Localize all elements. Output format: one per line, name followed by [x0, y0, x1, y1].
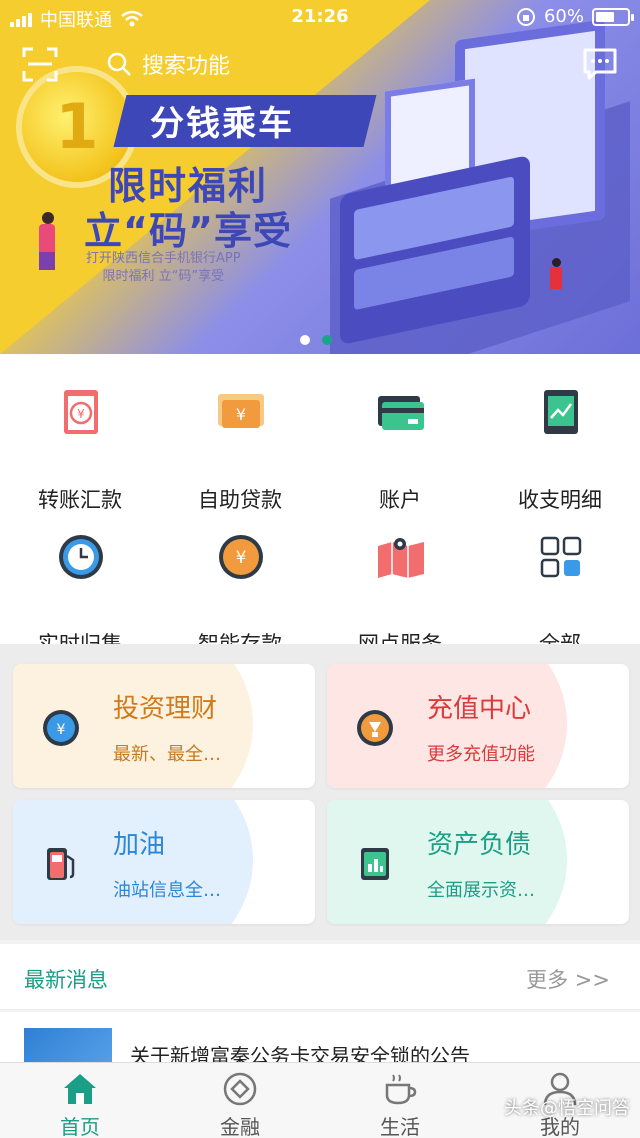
action-deposit[interactable]: ¥ 智能存款: [160, 532, 320, 662]
card-title: 充值中心: [427, 694, 532, 724]
grid-icon: [540, 536, 582, 578]
message-icon[interactable]: [582, 46, 618, 82]
action-transfer[interactable]: ¥ 转账汇款: [0, 388, 160, 518]
recharge-icon: [357, 710, 393, 746]
banner-sub2: 限时福利 立“码”享受: [102, 269, 225, 284]
action-account[interactable]: 账户: [320, 388, 480, 518]
action-all[interactable]: 全部: [480, 532, 640, 662]
status-bar: 中国联通 21:26 60%: [0, 0, 640, 34]
carousel-dot-active[interactable]: [322, 335, 332, 345]
scan-icon[interactable]: [22, 46, 58, 82]
tab-label: 首页: [60, 1115, 100, 1138]
tab-life[interactable]: 生活: [320, 1063, 480, 1138]
svg-text:¥: ¥: [236, 405, 246, 424]
passenger-illustration: [548, 258, 564, 302]
news-more-link[interactable]: 更多 >>: [526, 964, 610, 994]
coffee-icon: [385, 1074, 417, 1105]
app-screen: 1 分钱乘车 限时福利 立“码”享受 打开陕西信合手机银行APP 限时福利 立“…: [0, 0, 640, 1138]
svg-text:¥: ¥: [77, 407, 85, 421]
search-bar[interactable]: 搜索功能: [106, 42, 556, 86]
banner-line3: 立“码”享受: [84, 209, 292, 253]
action-collection[interactable]: 实时归集: [0, 532, 160, 662]
card-fuel[interactable]: 加油 油站信息全…: [13, 800, 315, 924]
feature-cards: ¥ 投资理财 最新、最全… 充值中心 更多充值功能 加油 油站信息全… 资产负债…: [0, 644, 640, 940]
svg-text:¥: ¥: [57, 722, 66, 738]
action-label: 收支明细: [518, 488, 602, 512]
search-placeholder: 搜索功能: [142, 54, 231, 79]
loan-icon: ¥: [218, 394, 264, 428]
card-subtitle: 最新、最全…: [113, 744, 221, 765]
card-subtitle: 油站信息全…: [113, 880, 221, 901]
finance-icon: [223, 1072, 257, 1106]
banner-headline: 分钱乘车: [150, 104, 294, 144]
status-right: 60%: [516, 6, 634, 27]
action-statement[interactable]: 收支明细: [480, 388, 640, 518]
quick-actions-grid: ¥ 转账汇款 ¥ 自助贷款 账户 收支明细 ¥: [0, 354, 640, 656]
map-icon: [378, 538, 424, 578]
battery-fill: [596, 11, 614, 22]
woman-illustration: [36, 212, 58, 272]
tab-finance[interactable]: 金融: [160, 1063, 320, 1138]
yuan-icon: ¥: [43, 710, 79, 746]
banner-subtitle: 打开陕西信合手机银行APP 限时福利 立“码”享受: [86, 250, 241, 286]
card-assets[interactable]: 资产负债 全面展示资…: [327, 800, 629, 924]
card-recharge[interactable]: 充值中心 更多充值功能: [327, 664, 629, 788]
action-branch[interactable]: 网点服务: [320, 532, 480, 662]
tab-home[interactable]: 首页: [0, 1063, 160, 1138]
action-label: 自助贷款: [198, 488, 282, 512]
action-loan[interactable]: ¥ 自助贷款: [160, 388, 320, 518]
carousel-indicator[interactable]: [300, 335, 332, 345]
transfer-icon: ¥: [64, 390, 98, 434]
card-title: 投资理财: [113, 694, 218, 724]
action-label: 账户: [379, 488, 421, 512]
news-section-title: 最新消息: [24, 968, 108, 992]
banner-sub1: 打开陕西信合手机银行APP: [86, 251, 241, 266]
tab-label: 金融: [220, 1115, 260, 1138]
card-title: 资产负债: [427, 830, 532, 860]
card-title: 加油: [113, 830, 166, 860]
deposit-icon: ¥: [219, 535, 263, 579]
card-subtitle: 全面展示资…: [427, 880, 535, 901]
card-investment[interactable]: ¥ 投资理财 最新、最全…: [13, 664, 315, 788]
card-subtitle: 更多充值功能: [427, 744, 535, 765]
battery-icon: [592, 7, 634, 26]
clock-icon: [59, 535, 103, 579]
svg-text:¥: ¥: [236, 548, 247, 568]
carousel-dot[interactable]: [300, 335, 310, 345]
tab-label: 生活: [380, 1115, 420, 1138]
orientation-lock-icon: [516, 7, 535, 26]
chart-icon: [544, 390, 578, 434]
news-header: 最新消息 更多 >>: [0, 944, 640, 1010]
battery-percent: 60%: [543, 6, 584, 27]
watermark-text: 头条@悟空问答: [504, 1098, 630, 1119]
action-label: 转账汇款: [38, 488, 122, 512]
card-icon: [378, 396, 424, 430]
home-icon: [64, 1074, 96, 1104]
fuel-icon: [47, 848, 75, 880]
asset-icon: [361, 848, 389, 880]
search-icon: [107, 52, 131, 76]
